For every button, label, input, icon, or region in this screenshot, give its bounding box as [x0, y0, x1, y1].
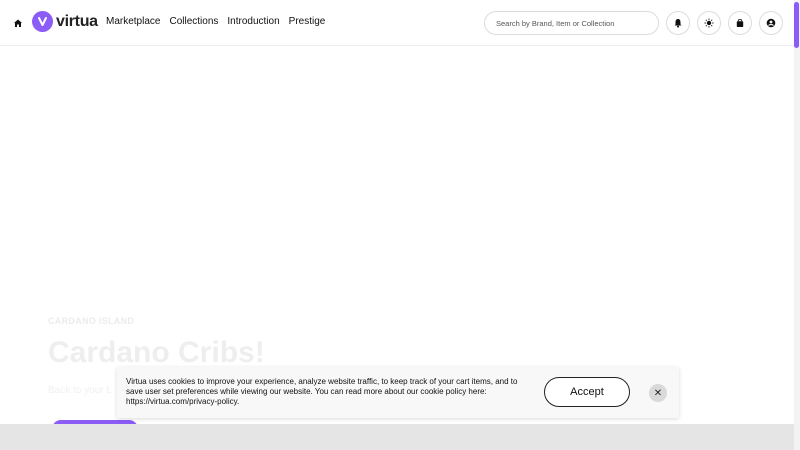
bag-icon [736, 19, 744, 27]
cookie-banner: Virtua uses cookies to improve your expe… [117, 367, 679, 418]
nav-marketplace[interactable]: Marketplace [106, 16, 160, 27]
hero-subtitle: Back to your L [48, 385, 112, 396]
top-navbar: virtua Marketplace Collections Introduct… [0, 0, 794, 46]
home-icon [14, 19, 22, 27]
bell-icon [674, 19, 682, 28]
sun-icon [704, 18, 714, 28]
theme-toggle-button[interactable] [697, 11, 721, 35]
scrollbar-thumb[interactable] [794, 2, 799, 48]
cookie-message: Virtua uses cookies to improve your expe… [126, 377, 518, 406]
cart-button[interactable] [728, 11, 752, 35]
logo-wordmark: virtua [56, 12, 98, 30]
nav-prestige[interactable]: Prestige [289, 16, 326, 27]
main-nav: Marketplace Collections Introduction Pre… [106, 16, 325, 27]
page-scrollbar[interactable] [794, 0, 800, 450]
hero-eyebrow: CARDANO ISLAND [48, 316, 135, 326]
search-input[interactable] [485, 12, 658, 34]
close-icon: ✕ [653, 387, 663, 399]
close-cookie-banner-button[interactable]: ✕ [649, 384, 667, 402]
hero-section: CARDANO ISLAND Cardano Cribs! [48, 316, 265, 370]
home-button[interactable] [6, 11, 30, 35]
virtua-logo[interactable]: virtua [32, 11, 98, 32]
notifications-button[interactable] [666, 11, 690, 35]
accept-cookies-button[interactable]: Accept [544, 377, 630, 407]
search-box [484, 11, 659, 35]
user-icon [766, 18, 776, 28]
nav-collections[interactable]: Collections [169, 16, 218, 27]
virtua-logo-mark [32, 11, 53, 32]
page-footer-band [0, 424, 794, 450]
hero-title: Cardano Cribs! [48, 336, 265, 369]
nav-introduction[interactable]: Introduction [227, 16, 279, 27]
account-button[interactable] [759, 11, 783, 35]
